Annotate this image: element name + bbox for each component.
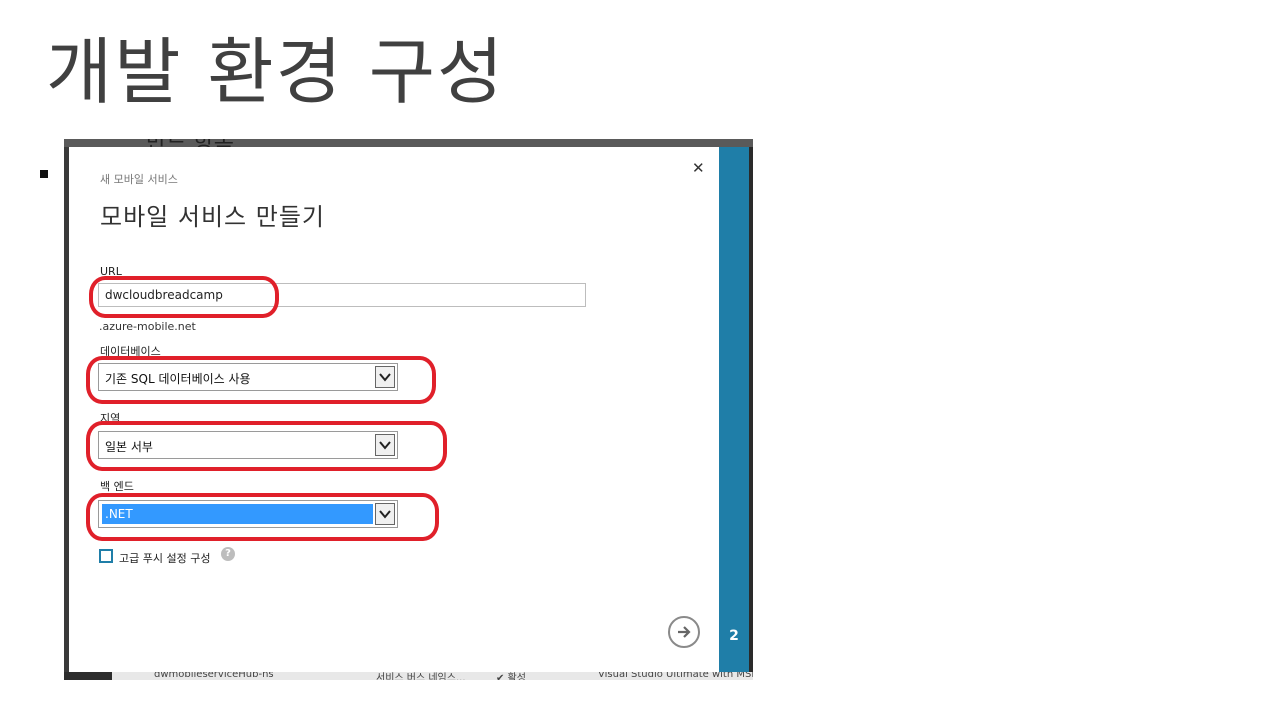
backend-selected-value: .NET [105, 507, 133, 521]
background-left-nav [64, 672, 112, 680]
background-row-status: ✔ 활성 [496, 673, 526, 680]
slide-title: 개발 환경 구성 [46, 30, 506, 114]
url-label: URL [100, 265, 122, 278]
arrow-right-icon [678, 626, 691, 638]
selection-highlight [102, 504, 373, 524]
next-button[interactable] [668, 616, 700, 648]
database-selected-value: 기존 SQL 데이터베이스 사용 [105, 372, 251, 386]
region-select[interactable]: 일본 서부 [98, 431, 398, 459]
backend-select[interactable]: .NET [98, 500, 398, 528]
background-row-name: dwmobileserviceHub-ns [154, 672, 274, 680]
backend-label: 백 엔드 [100, 480, 134, 493]
url-suffix: .azure-mobile.net [99, 320, 196, 333]
advanced-push-label: 고급 푸시 설정 구성 [119, 552, 211, 565]
database-label: 데이터베이스 [100, 345, 161, 358]
background-list-row: dwmobileserviceHub-ns 서비스 버스 네임스... ✔ 활성… [112, 672, 753, 680]
region-selected-value: 일본 서부 [105, 440, 153, 454]
close-icon[interactable]: ✕ [692, 159, 705, 177]
bullet-icon [40, 170, 48, 178]
background-row-type: 서비스 버스 네임스... [376, 673, 466, 680]
chevron-down-icon[interactable] [375, 503, 395, 525]
create-mobile-service-dialog: ✕ 새 모바일 서비스 모바일 서비스 만들기 URL .azure-mobil… [69, 147, 719, 672]
url-input[interactable] [98, 283, 586, 307]
help-icon[interactable]: ? [221, 547, 235, 561]
background-row-subscription: Visual Studio Ultimate with MSD [598, 672, 753, 680]
dialog-subtitle: 새 모바일 서비스 [100, 173, 178, 186]
chevron-down-icon[interactable] [375, 366, 395, 388]
chevron-down-icon[interactable] [375, 434, 395, 456]
dialog-heading: 모바일 서비스 만들기 [100, 203, 325, 231]
screenshot-frame: 만드 항목 dwmobileserviceHub-ns 서비스 버스 네임스..… [64, 139, 753, 680]
advanced-push-checkbox[interactable] [99, 549, 113, 563]
region-label: 지역 [100, 412, 121, 425]
background-edge [749, 147, 753, 672]
wizard-step-panel: 2 [719, 147, 749, 672]
step-number: 2 [729, 628, 739, 644]
database-select[interactable]: 기존 SQL 데이터베이스 사용 [98, 363, 398, 391]
